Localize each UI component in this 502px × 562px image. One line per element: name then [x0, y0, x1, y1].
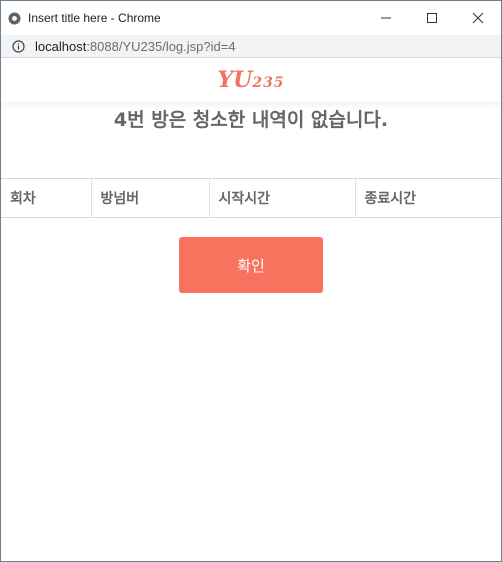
brand-number: 235: [252, 75, 285, 91]
minimize-icon[interactable]: [363, 1, 409, 35]
header-bar: YU235: [1, 58, 501, 102]
brand-main: YU: [217, 67, 253, 93]
title-bar: Insert title here - Chrome: [1, 1, 501, 35]
window-controls: [363, 1, 501, 35]
url-text[interactable]: localhost:8088/YU235/log.jsp?id=4: [35, 39, 236, 54]
chrome-icon: [7, 11, 21, 25]
brand-logo[interactable]: YU235: [217, 67, 284, 93]
column-round: 회차: [1, 178, 92, 218]
page-heading: 4번 방은 청소한 내역이 없습니다.: [113, 109, 389, 131]
cleaning-log-table: 회차 방넘버 시작시간 종료시간: [1, 178, 501, 218]
column-room-number: 방넘버: [91, 178, 210, 218]
column-start-time: 시작시간: [209, 178, 356, 218]
window-title: Insert title here - Chrome: [28, 11, 161, 25]
browser-window: Insert title here - Chrome localhost:808…: [0, 0, 502, 562]
column-end-time: 종료시간: [364, 191, 417, 207]
page-content: YU235 4번 방은 청소한 내역이 없습니다. 회차 방넘버 시작시간 종료…: [1, 58, 501, 293]
confirm-button[interactable]: 확인: [179, 237, 323, 293]
address-bar[interactable]: localhost:8088/YU235/log.jsp?id=4: [1, 35, 501, 58]
table-header-row: 회차 방넘버 시작시간 종료시간: [1, 178, 501, 218]
close-icon[interactable]: [455, 1, 501, 35]
maximize-icon[interactable]: [409, 1, 455, 35]
url-path: :8088/YU235/log.jsp?id=4: [86, 38, 236, 54]
info-icon[interactable]: [11, 39, 25, 53]
url-host: localhost: [35, 38, 87, 54]
